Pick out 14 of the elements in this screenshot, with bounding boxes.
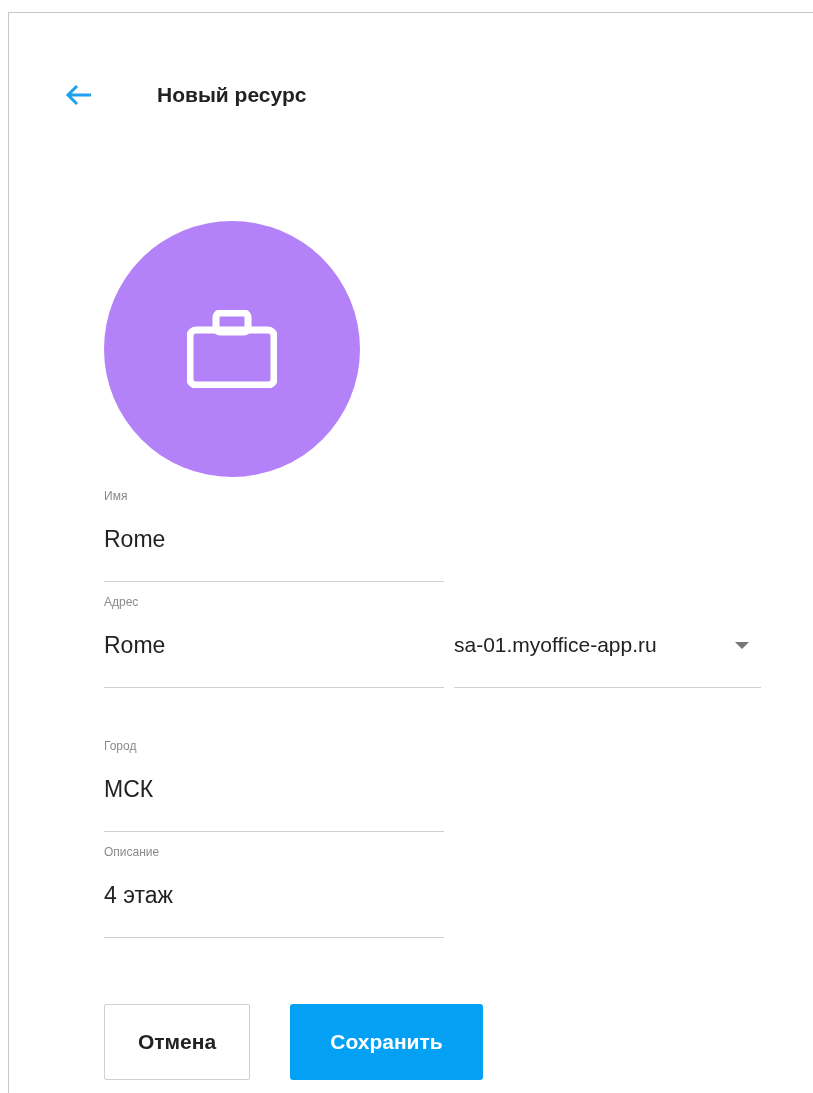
field-label: Город (104, 739, 137, 753)
input-field[interactable]: МСК (104, 757, 444, 832)
back-arrow-icon[interactable] (65, 84, 93, 106)
field-label: Имя (104, 489, 128, 503)
input-field[interactable]: Rome (104, 507, 444, 582)
cancel-button[interactable]: Отмена (104, 1004, 250, 1080)
input-field[interactable]: Rome (104, 613, 444, 688)
input-field[interactable]: 4 этаж (104, 863, 444, 938)
briefcase-icon (187, 310, 277, 388)
field-label: Адрес (104, 595, 139, 609)
field-label: Описание (104, 845, 160, 859)
page-title: Новый ресурс (157, 82, 307, 109)
caret-icon (735, 641, 749, 649)
domain-select[interactable]: sa-01.myoffice-app.ru (454, 613, 761, 688)
